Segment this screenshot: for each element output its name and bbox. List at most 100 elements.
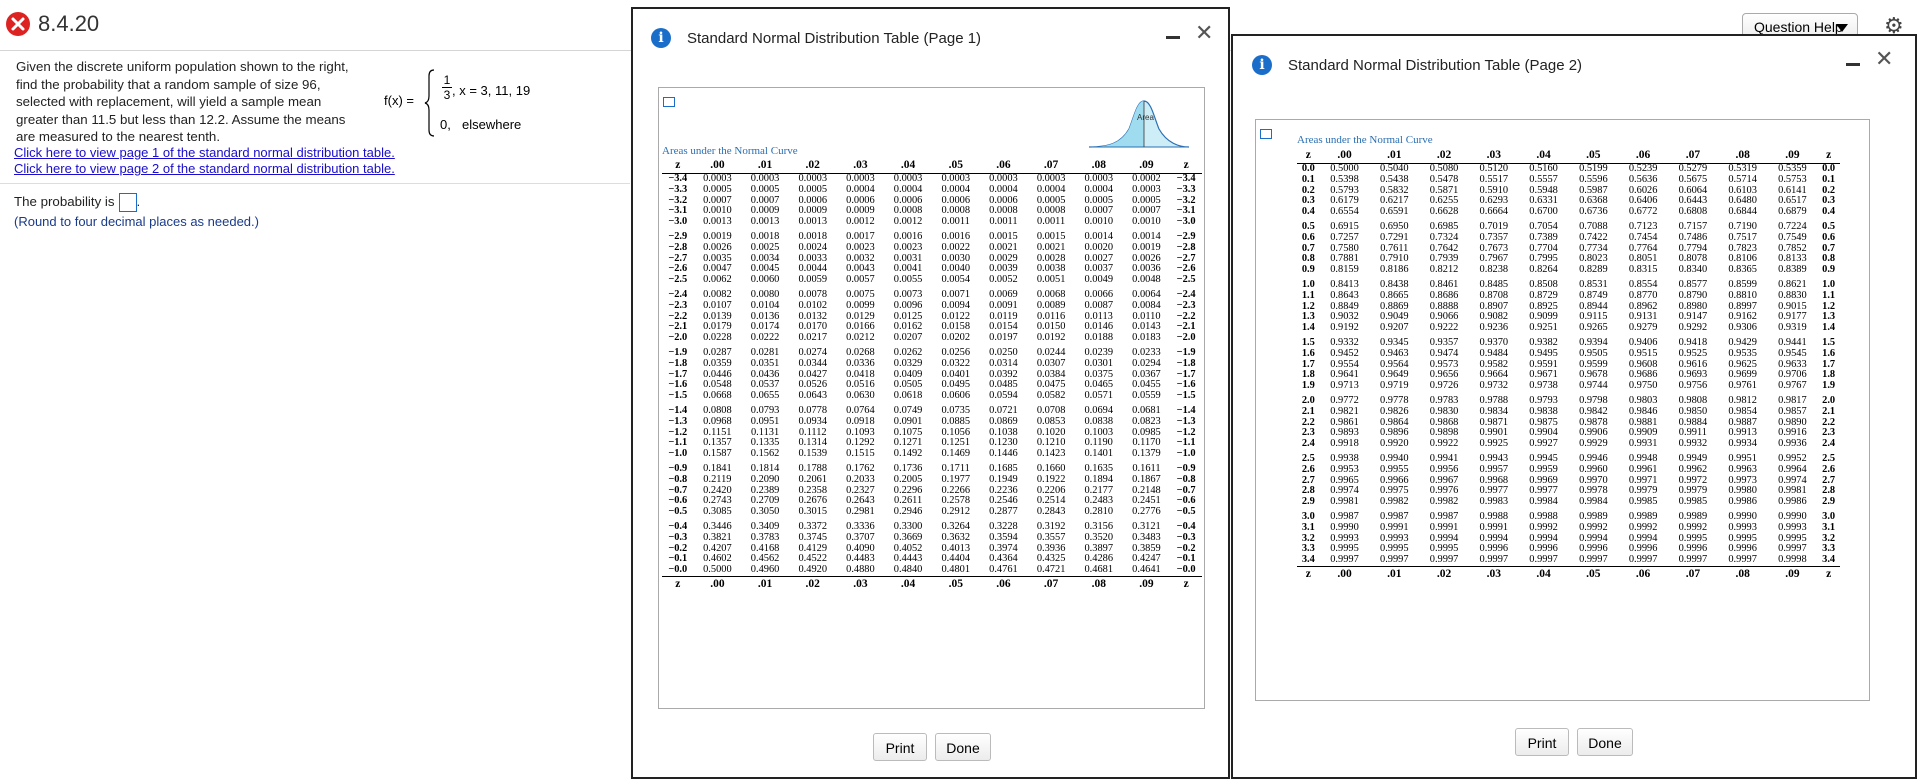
copy-icon[interactable] <box>1260 129 1272 139</box>
column-header: .09 <box>1122 158 1171 174</box>
z-value-cell: −2.3 <box>1176 299 1196 311</box>
table-cell: 0.2843 <box>1036 506 1066 518</box>
table-cell: 0.0018 <box>798 230 828 242</box>
table-cell: 0.1977 <box>941 473 971 485</box>
table-page1: z .00.01.02.03.04.05.06.07.08.09 z −3.4 0.00… <box>662 158 1202 593</box>
table-cell: 0.9983 <box>1479 496 1509 508</box>
table-cell: 0.3336 <box>846 520 875 532</box>
table-cell: 0.9927 <box>1529 438 1558 450</box>
table-cell: 0.0021 <box>1036 241 1066 253</box>
case2-condition: elsewhere <box>462 117 522 132</box>
table-cell: 0.9997 <box>1529 554 1558 566</box>
table-cell: 0.3409 <box>750 520 780 532</box>
table-page2-link[interactable]: Click here to view page 2 of the standar… <box>14 161 395 176</box>
table-cell: 0.9959 <box>1529 463 1558 475</box>
table-row: −0.5 0.3085 0.3050 0.3015 0.2981 0.2946 0.2912… <box>662 506 1202 518</box>
z-value-cell: 3.0 <box>1822 510 1836 522</box>
minimize-icon[interactable] <box>1166 36 1180 39</box>
table-row: 0.9 0.8159 0.8186 0.8212 0.8238 0.8264 0.8289 0… <box>1297 264 1840 276</box>
table-page1-link[interactable]: Click here to view page 1 of the standar… <box>14 145 395 160</box>
table-cell: 0.7324 <box>1429 231 1459 243</box>
table-cell: 0.9997 <box>1380 554 1409 566</box>
z-value-cell: 3.4 <box>1301 554 1315 566</box>
table-cell: 0.9535 <box>1728 347 1757 359</box>
print-button[interactable]: Print <box>873 733 927 761</box>
z-value-cell: 1.0 <box>1301 278 1315 290</box>
done-button[interactable]: Done <box>1577 728 1633 756</box>
table-cell: 0.9940 <box>1380 452 1409 464</box>
table-cell: 0.0091 <box>989 299 1018 311</box>
table-cell: 0.5675 <box>1678 173 1708 185</box>
close-icon[interactable]: ✕ <box>1875 48 1893 70</box>
table-cell: 0.9920 <box>1380 438 1409 450</box>
z-value-cell: 0.9 <box>1301 264 1315 276</box>
table-cell: 0.0643 <box>798 390 828 402</box>
z-value-cell: 2.0 <box>1822 394 1836 406</box>
table-cell: 0.8461 <box>1429 278 1459 290</box>
column-header: .01 <box>1369 565 1420 583</box>
table-cell: 0.9992 <box>1529 521 1558 533</box>
z-value-cell: 3.4 <box>1822 554 1836 566</box>
column-header: .02 <box>1419 148 1469 164</box>
copy-icon[interactable] <box>663 97 675 107</box>
table-cell: 0.5714 <box>1728 173 1757 185</box>
table-cell: 0.4681 <box>1084 564 1114 576</box>
table-cell: 0.2877 <box>989 506 1018 518</box>
table-cell: 0.0104 <box>750 299 780 311</box>
table-cell: 0.9713 <box>1330 380 1359 392</box>
table-cell: 0.9963 <box>1728 463 1757 475</box>
z-value-cell: 3.1 <box>1822 521 1836 533</box>
table-cell: 0.9772 <box>1330 394 1359 406</box>
table-row: 2.4 0.9918 0.9920 0.9922 0.9925 0.9927 0.9929 0… <box>1297 438 1840 450</box>
table-cell: 0.9988 <box>1529 510 1558 522</box>
print-button[interactable]: Print <box>1515 728 1569 756</box>
table-cell: 0.0013 <box>703 216 732 228</box>
divider <box>0 183 630 184</box>
table-cell: 0.9850 <box>1678 405 1708 417</box>
table-cell: 0.9846 <box>1628 405 1658 417</box>
fraction-denominator: 3 <box>443 88 451 102</box>
table-cell: 0.6879 <box>1778 206 1807 218</box>
z-value-cell: 0.5 <box>1822 220 1836 232</box>
table-row: 1.5 0.9332 0.9345 0.9357 0.9370 0.9382 0.9394 0… <box>1297 334 1840 349</box>
table-cell: 0.0071 <box>941 288 971 300</box>
table-cell: 0.9332 <box>1330 336 1359 348</box>
table-cell: 0.9960 <box>1579 463 1608 475</box>
done-button[interactable]: Done <box>935 733 991 761</box>
answer-input[interactable] <box>118 193 137 212</box>
table-row: 3.4 0.9997 0.9997 0.9997 0.9997 0.9997 0.9997 0… <box>1297 554 1840 566</box>
table-cell: 0.0015 <box>989 230 1018 242</box>
table-cell: 0.9986 <box>1778 496 1807 508</box>
table-cell: 0.0764 <box>846 404 875 416</box>
table-cell: 0.8621 <box>1778 278 1807 290</box>
table-cell: 0.0681 <box>1132 404 1161 416</box>
table-cell: 0.9964 <box>1778 463 1807 475</box>
table-cell: 0.1685 <box>989 462 1018 474</box>
column-header: .01 <box>741 158 789 174</box>
table-row: 2.2 0.9861 0.9864 0.9868 0.9871 0.9875 0.9878 0… <box>1297 417 1840 429</box>
column-header: .06 <box>979 158 1028 174</box>
table-cell: 0.9418 <box>1678 336 1708 348</box>
table-cell: 0.9990 <box>1330 521 1359 533</box>
table-cell: 0.4721 <box>1036 564 1066 576</box>
table-row: 2.9 0.9981 0.9982 0.9982 0.9983 0.9984 0.9984 0… <box>1297 496 1840 508</box>
table-row: 0.2 0.5793 0.5832 0.5871 0.5910 0.5948 0.5987 0… <box>1297 185 1840 197</box>
table-cell: 0.7486 <box>1678 231 1708 243</box>
round-note: (Round to four decimal places as needed.… <box>14 214 259 229</box>
table-row: 3.1 0.9990 0.9991 0.9991 0.9991 0.9992 0.9992 0… <box>1297 521 1840 534</box>
table-page2-dialog: i Standard Normal Distribution Table (Pa… <box>1231 34 1917 779</box>
table-cell: 0.0060 <box>750 274 780 286</box>
case2-value: 0, <box>440 117 451 132</box>
z-value-cell: −0.8 <box>668 473 688 485</box>
table-cell: 0.9406 <box>1628 336 1658 348</box>
column-header: .01 <box>741 575 789 593</box>
table-cell: 0.0052 <box>989 274 1018 286</box>
z-value-cell: −3.0 <box>1176 216 1196 228</box>
z-value-cell: 2.9 <box>1822 496 1836 508</box>
table-cell: 0.8389 <box>1778 264 1807 276</box>
column-header: .08 <box>1074 575 1123 593</box>
close-icon[interactable]: ✕ <box>1195 22 1213 44</box>
answer-line: The probability is. <box>14 193 140 212</box>
table-cell: 0.8485 <box>1479 278 1509 290</box>
minimize-icon[interactable] <box>1846 63 1860 66</box>
